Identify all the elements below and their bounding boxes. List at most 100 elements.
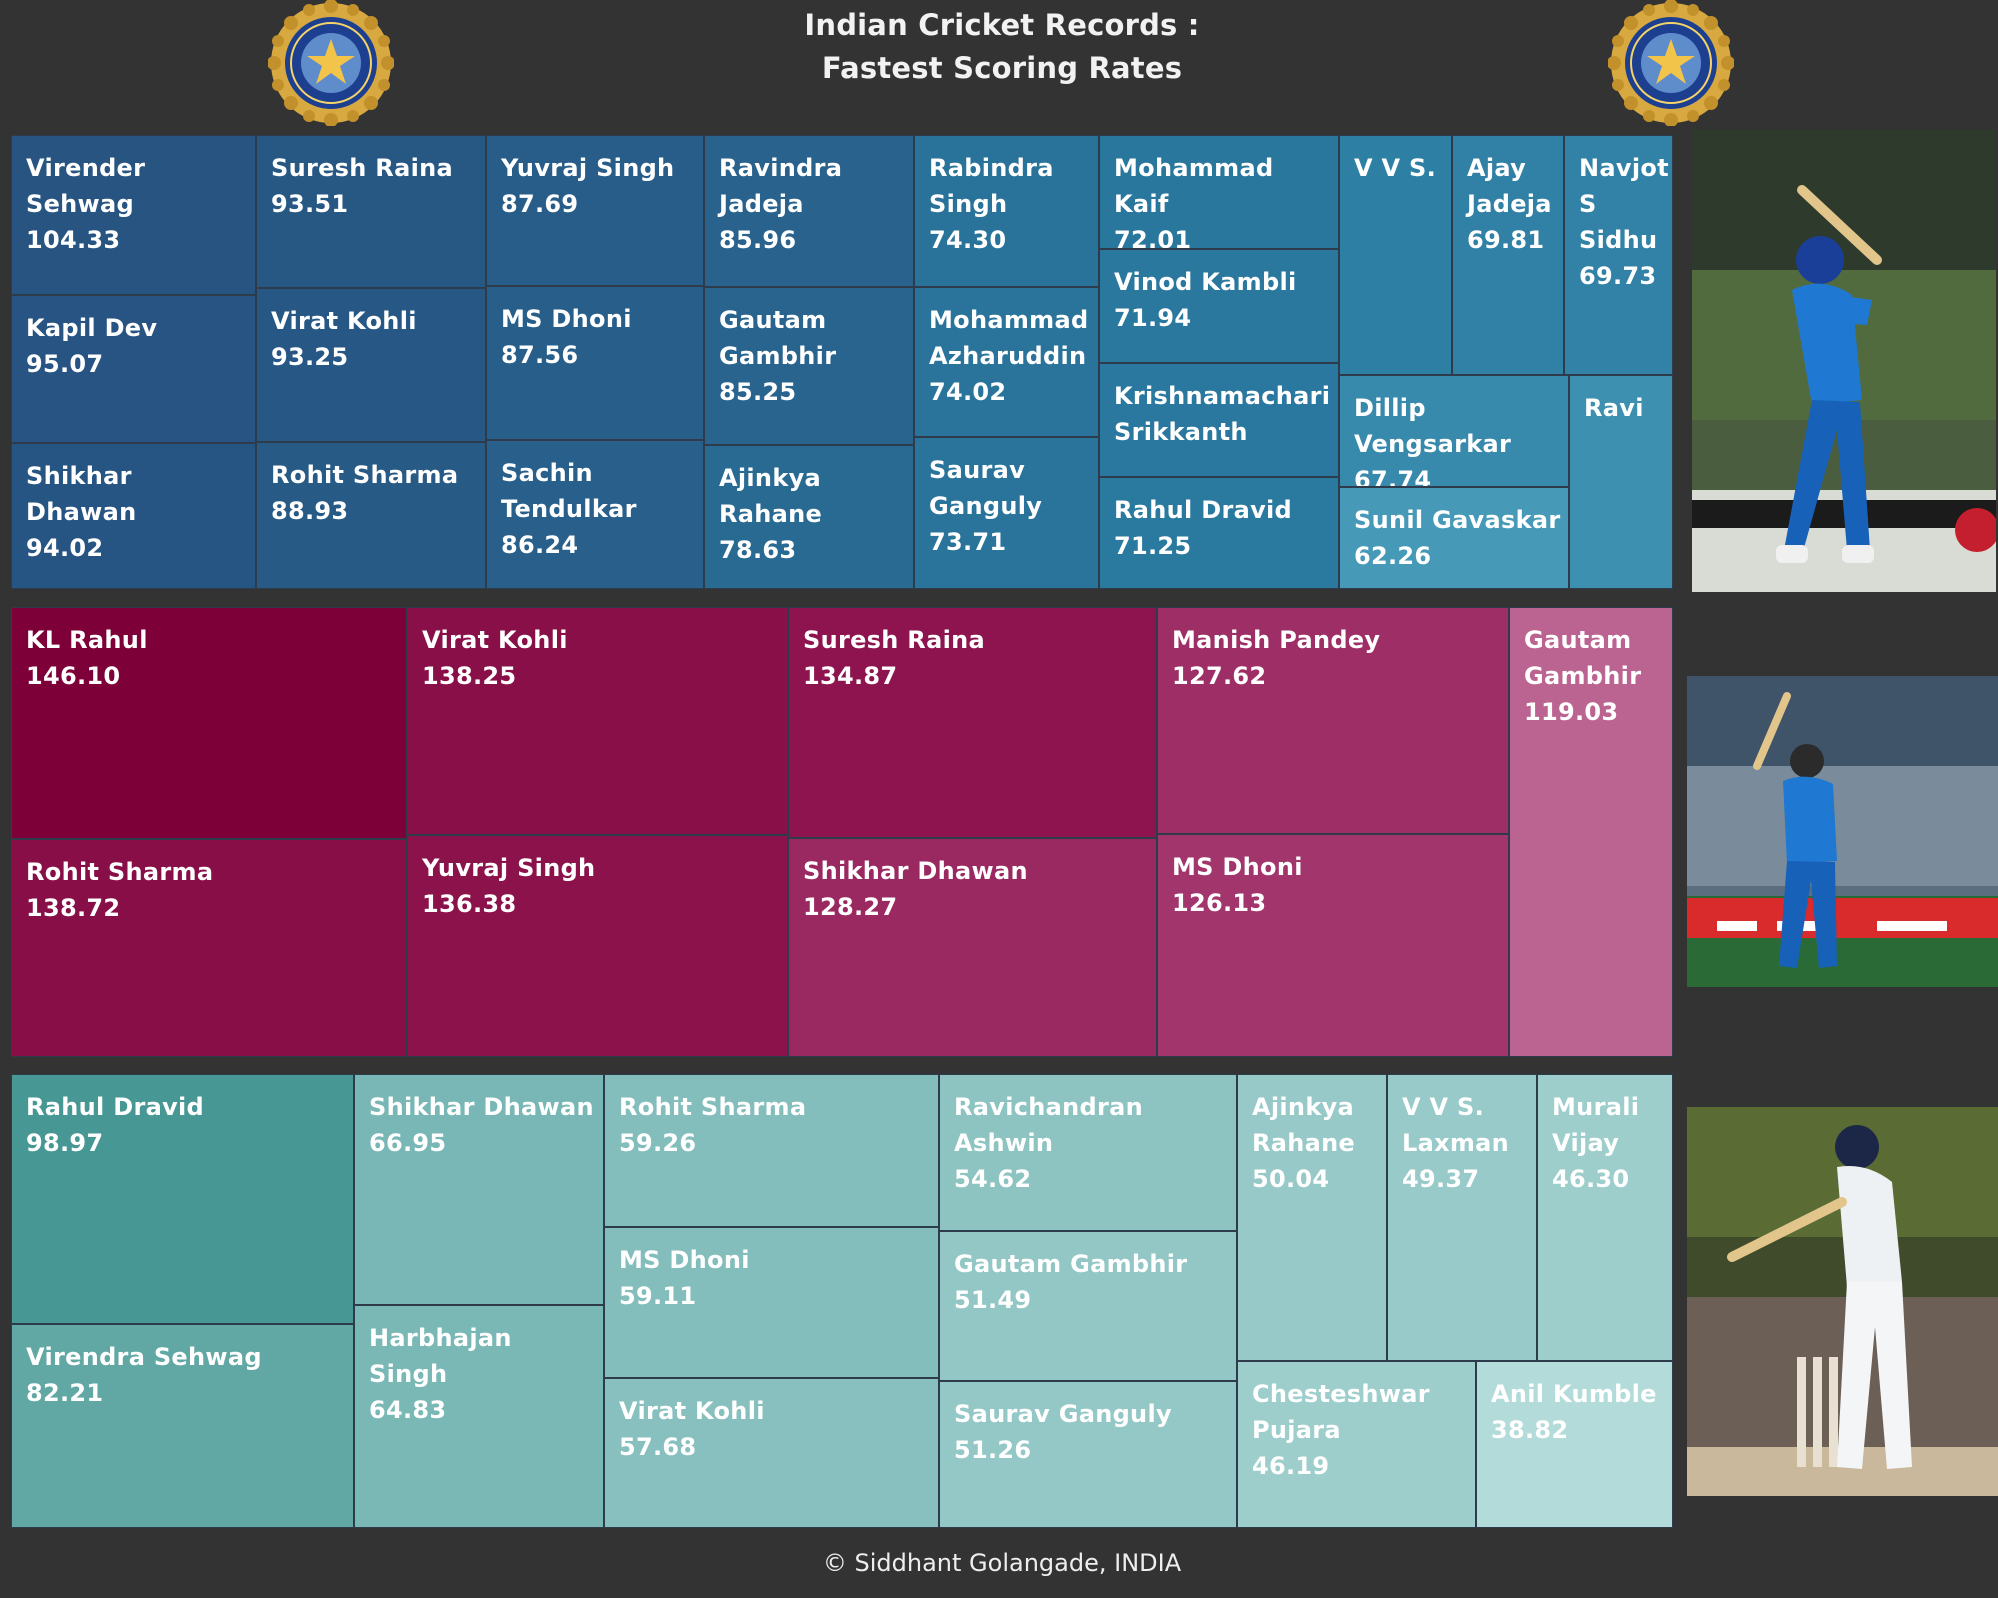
- treemap-cell-virendra-sehwag: Virendra Sehwag82.21Virendra Sehwag82.21: [11, 1324, 354, 1528]
- treemap-cell-saurav-ganguly: Saurav Ganguly51.26Saurav Ganguly51.26: [939, 1381, 1237, 1528]
- cell-label: KL Rahul146.10KL Rahul146.10: [26, 626, 148, 690]
- cell-label: V V S.V V S.: [1354, 154, 1437, 182]
- treemap-cell-saurav-ganguly: SauravGanguly73.71Saurav Ganguly73.71: [914, 437, 1099, 589]
- treemap-cell-kapil-dev: Kapil Dev95.07Kapil Dev95.07: [11, 295, 256, 443]
- treemap-cell-dillip-vengsarkar: Dillip Vengsarkar67.74Dillip Vengsarkar6…: [1339, 375, 1569, 487]
- cell-label: Shikhar Dhawan94.02Shikhar Dhawan94.02: [26, 462, 137, 562]
- cell-label: NavjotSSidhu69.73Navjot S Sidhu69.73: [1579, 154, 1669, 290]
- cell-label: Yuvraj Singh136.38Yuvraj Singh136.38: [422, 854, 596, 918]
- cell-label: MS Dhoni87.56MS Dhoni87.56: [501, 305, 632, 369]
- treemap-cell-ajinkya-rahane: AjinkyaRahane50.04Ajinkya Rahane50.04: [1237, 1074, 1387, 1361]
- treemap-cell-virat-kohli: Virat Kohli57.68Virat Kohli57.68: [604, 1378, 939, 1528]
- treemap-section-2: KL Rahul146.10KL Rahul146.10 Rohit Sharma…: [11, 607, 1673, 1057]
- treemap-cell-shikhar-dhawan: Shikhar Dhawan94.02Shikhar Dhawan94.02: [11, 443, 256, 589]
- footer-credit: © Siddhant Golangade, INDIA: [822, 1549, 1182, 1577]
- cell-label: Vinod Kambli71.94Vinod Kambli71.94: [1114, 268, 1297, 332]
- treemap-cell-harbhajan-singh: Harbhajan Singh64.83Harbhajan Singh64.83: [354, 1305, 604, 1528]
- cell-label: MS Dhoni126.13MS Dhoni126.13: [1172, 853, 1303, 917]
- cell-label: Rahul Dravid98.97Rahul Dravid98.97: [26, 1093, 205, 1157]
- batsman-defensive-stance-photo-icon: [1687, 1107, 1998, 1496]
- cell-label: MohammadAzharuddin74.02Mohammad Azharudd…: [929, 306, 1089, 406]
- cell-label: Virender Sehwag104.33Virender Sehwag104.…: [26, 154, 146, 254]
- treemap-cell-navjot-s-sidhu: NavjotSSidhu69.73Navjot S Sidhu69.73: [1564, 135, 1673, 375]
- cell-label: Sunil Gavaskar62.26Sunil Gavaskar62.26: [1354, 506, 1561, 570]
- cell-label: RabindraSingh74.30Rabindra Singh74.30: [929, 154, 1054, 254]
- cell-label: Kapil Dev95.07Kapil Dev95.07: [26, 314, 158, 378]
- treemap-cell-rohit-sharma: Rohit Sharma88.93Rohit Sharma88.93: [256, 442, 486, 589]
- treemap-cell-rahul-dravid: Rahul Dravid71.25Rahul Dravid71.25: [1099, 477, 1339, 589]
- cell-label: Rohit Sharma88.93Rohit Sharma88.93: [271, 461, 459, 525]
- treemap-cell-vinod-kambli: Vinod Kambli71.94Vinod Kambli71.94: [1099, 249, 1339, 363]
- cell-label: Shikhar Dhawan128.27Shikhar Dhawan128.27: [803, 857, 1028, 921]
- treemap-cell-anil-kumble: Anil Kumble38.82Anil Kumble38.82: [1476, 1361, 1673, 1528]
- cell-label: Yuvraj Singh87.69Yuvraj Singh87.69: [501, 154, 675, 218]
- cell-label: Gautam Gambhir51.49Gautam Gambhir51.49: [954, 1250, 1188, 1314]
- treemap-cell-virat-kohli: Virat Kohli93.25Virat Kohli93.25: [256, 288, 486, 442]
- cell-label: Virendra Sehwag82.21Virendra Sehwag82.21: [26, 1343, 262, 1407]
- treemap-cell-yuvraj-singh: Yuvraj Singh87.69Yuvraj Singh87.69: [486, 135, 704, 286]
- treemap-cell-suresh-raina: Suresh Raina134.87Suresh Raina134.87: [788, 607, 1157, 838]
- treemap-cell-yuvraj-singh: Yuvraj Singh136.38Yuvraj Singh136.38: [407, 835, 788, 1057]
- treemap-cell-shikhar-dhawan: Shikhar Dhawan128.27Shikhar Dhawan128.27: [788, 838, 1157, 1057]
- cell-label: Ajinkya Rahane78.63Ajinkya Rahane78.63: [719, 464, 823, 564]
- treemap-cell-ajay-jadeja: AjayJadeja69.81Ajay Jadeja69.81: [1452, 135, 1564, 375]
- treemap-cell-ravindra-jadeja: RavindraJadeja85.96Ravindra Jadeja85.96: [704, 135, 914, 287]
- treemap-cell-ajinkya-rahane: Ajinkya Rahane78.63Ajinkya Rahane78.63: [704, 445, 914, 589]
- treemap-cell-mohammad-kaif: Mohammad Kaif72.01Mohammad Kaif72.01: [1099, 135, 1339, 249]
- cell-label: Suresh Raina93.51Suresh Raina93.51: [271, 154, 453, 218]
- cell-label: Virat Kohli138.25Virat Kohli138.25: [422, 626, 568, 690]
- treemap-cell-mohammad-azharuddin: MohammadAzharuddin74.02Mohammad Azharudd…: [914, 287, 1099, 437]
- cell-label: Mohammad Kaif72.01Mohammad Kaif72.01: [1114, 154, 1274, 249]
- bcci-crest-icon: [267, 0, 395, 127]
- treemap-cell-gautam-gambhir: GautamGambhir85.25Gautam Gambhir85.25: [704, 287, 914, 445]
- treemap-cell-virender-sehwag: Virender Sehwag104.33Virender Sehwag104.…: [11, 135, 256, 295]
- treemap-section-3: Rahul Dravid98.97Rahul Dravid98.97 Virend…: [11, 1074, 1673, 1528]
- batsman-raising-bat-photo-icon: [1687, 676, 1998, 987]
- cell-label: MuraliVijay46.30Murali Vijay46.30: [1552, 1093, 1640, 1193]
- cell-label: GautamGambhir85.25Gautam Gambhir85.25: [719, 306, 837, 406]
- cell-label: Virat Kohli57.68Virat Kohli57.68: [619, 1397, 765, 1461]
- treemap-cell-shikhar-dhawan: Shikhar Dhawan66.95Shikhar Dhawan66.95: [354, 1074, 604, 1305]
- cell-label: Suresh Raina134.87Suresh Raina134.87: [803, 626, 985, 690]
- treemap-cell-rohit-sharma: Rohit Sharma59.26Rohit Sharma59.26: [604, 1074, 939, 1227]
- cell-label: Anil Kumble38.82Anil Kumble38.82: [1491, 1380, 1657, 1444]
- cell-label: Rohit Sharma59.26Rohit Sharma59.26: [619, 1093, 807, 1157]
- treemap-cell-murali-vijay: MuraliVijay46.30Murali Vijay46.30: [1537, 1074, 1673, 1361]
- cell-label: MS Dhoni59.11MS Dhoni59.11: [619, 1246, 750, 1310]
- treemap-cell-chesteshwar-pujara: ChesteshwarPujara46.19Chesteshwar Pujara…: [1237, 1361, 1476, 1528]
- treemap-cell-rohit-sharma: Rohit Sharma138.72Rohit Sharma138.72: [11, 839, 407, 1057]
- cell-label: Shikhar Dhawan66.95Shikhar Dhawan66.95: [369, 1093, 594, 1157]
- treemap-cell-suresh-raina: Suresh Raina93.51Suresh Raina93.51: [256, 135, 486, 288]
- cell-label: Virat Kohli93.25Virat Kohli93.25: [271, 307, 417, 371]
- bcci-crest-icon: [1607, 0, 1735, 127]
- cell-label: SachinTendulkar86.24Sachin Tendulkar86.2…: [501, 459, 637, 559]
- treemap-cell-sachin-tendulkar: SachinTendulkar86.24Sachin Tendulkar86.2…: [486, 440, 704, 589]
- cell-label: Rahul Dravid71.25Rahul Dravid71.25: [1114, 496, 1293, 560]
- cell-label: KrishnamachariSrikkanthKrishnamachari Sr…: [1114, 382, 1331, 446]
- treemap-cell-sunil-gavaskar: Sunil Gavaskar62.26Sunil Gavaskar62.26: [1339, 487, 1569, 589]
- batsman-lofted-shot-photo-icon: [1692, 130, 1996, 592]
- treemap-cell-ms-dhoni: MS Dhoni87.56MS Dhoni87.56: [486, 286, 704, 440]
- treemap-cell-kl-rahul: KL Rahul146.10KL Rahul146.10: [11, 607, 407, 839]
- cell-label: Saurav Ganguly51.26Saurav Ganguly51.26: [954, 1400, 1172, 1464]
- cell-label: Harbhajan Singh64.83Harbhajan Singh64.83: [369, 1324, 512, 1424]
- cell-label: V V S.Laxman49.37V V S. Laxman49.37: [1402, 1093, 1510, 1193]
- treemap-cell-krishnamachari-srikkanth: KrishnamachariSrikkanthKrishnamachari Sr…: [1099, 363, 1339, 477]
- cell-label: Rohit Sharma138.72Rohit Sharma138.72: [26, 858, 214, 922]
- cell-label: SauravGanguly73.71Saurav Ganguly73.71: [929, 456, 1043, 556]
- cell-label: Dillip Vengsarkar67.74Dillip Vengsarkar6…: [1354, 394, 1512, 487]
- treemap-cell-manish-pandey: Manish Pandey127.62Manish Pandey127.62: [1157, 607, 1509, 834]
- cell-label: AjayJadeja69.81Ajay Jadeja69.81: [1467, 154, 1552, 254]
- treemap-cell-virat-kohli: Virat Kohli138.25Virat Kohli138.25: [407, 607, 788, 835]
- treemap-cell-gautam-gambhir: GautamGambhir119.03Gautam Gambhir119.03: [1509, 607, 1673, 1057]
- cell-label: Manish Pandey127.62Manish Pandey127.62: [1172, 626, 1381, 690]
- treemap-cell-ravi: RaviRavi: [1569, 375, 1673, 589]
- treemap-cell-ms-dhoni: MS Dhoni126.13MS Dhoni126.13: [1157, 834, 1509, 1057]
- cell-label: AjinkyaRahane50.04Ajinkya Rahane50.04: [1252, 1093, 1356, 1193]
- treemap-cell-v-v-s-laxman: V V S.Laxman49.37V V S. Laxman49.37: [1387, 1074, 1537, 1361]
- treemap-cell-gautam-gambhir: Gautam Gambhir51.49Gautam Gambhir51.49: [939, 1231, 1237, 1381]
- cell-label: RavindraJadeja85.96Ravindra Jadeja85.96: [719, 154, 843, 254]
- treemap-cell-rahul-dravid: Rahul Dravid98.97Rahul Dravid98.97: [11, 1074, 354, 1324]
- treemap-cell-ms-dhoni: MS Dhoni59.11MS Dhoni59.11: [604, 1227, 939, 1378]
- cell-label: RaviRavi: [1584, 394, 1644, 422]
